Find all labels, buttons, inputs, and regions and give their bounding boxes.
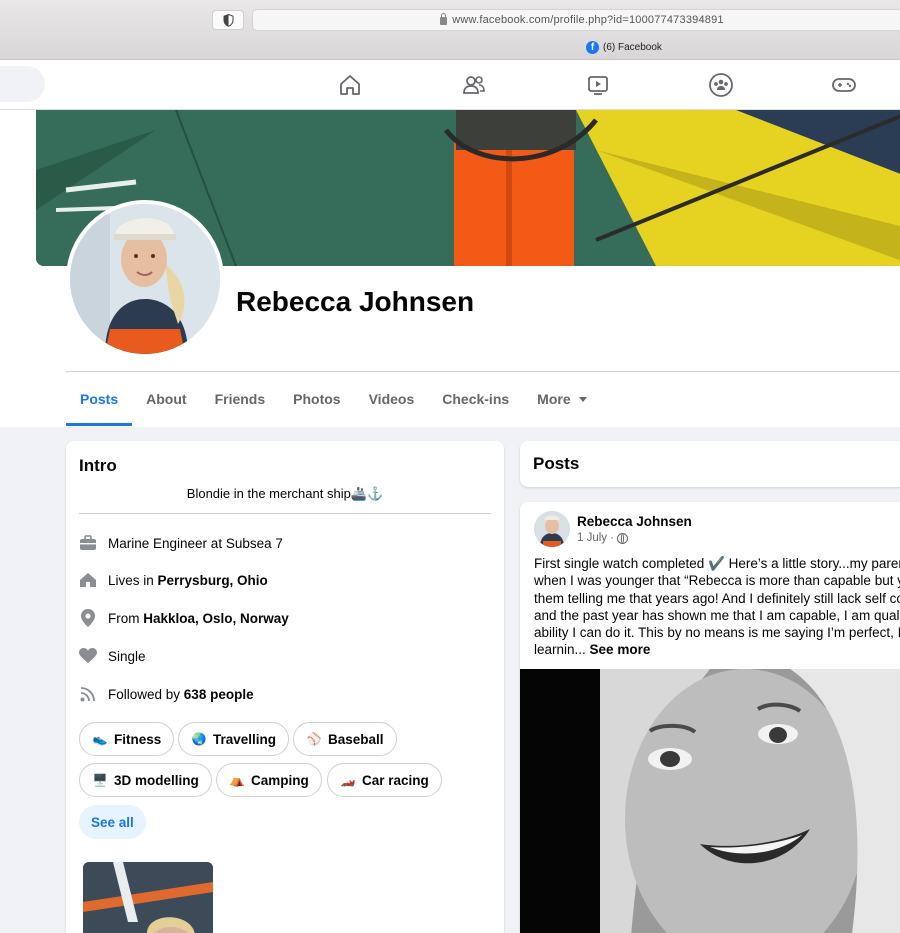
from-prefix: From xyxy=(108,610,144,626)
groups-icon[interactable] xyxy=(706,70,736,100)
tab-photos[interactable]: Photos xyxy=(279,372,354,426)
featured-photo[interactable] xyxy=(83,862,213,933)
address-bar[interactable]: www.facebook.com/profile.php?id=10007747… xyxy=(252,9,900,31)
hobby-label: Car racing xyxy=(362,772,429,788)
relationship-text: Single xyxy=(108,648,146,664)
post-card: Rebecca Johnsen 1 July · First single wa… xyxy=(520,502,900,933)
post-text: First single watch completed ✔️ Here’s a… xyxy=(534,555,900,659)
tab-more[interactable]: More xyxy=(523,372,600,426)
hobby-chip-camping[interactable]: ⛺ Camping xyxy=(216,763,322,797)
facebook-top-bar xyxy=(0,60,900,110)
tab-about[interactable]: About xyxy=(132,372,200,426)
work-row: Marine Engineer at Subsea 7 xyxy=(79,533,283,553)
post-meta: 1 July · xyxy=(577,532,629,544)
from-place-link[interactable]: Hakkloa, Oslo, Norway xyxy=(143,611,289,626)
search-box[interactable] xyxy=(0,66,45,102)
hobby-chip-3d-modelling[interactable]: 🖥️ 3D modelling xyxy=(79,763,212,797)
see-more-link[interactable]: See more xyxy=(590,642,651,657)
facebook-favicon-icon: f xyxy=(586,40,599,54)
caret-down-icon xyxy=(578,396,587,402)
tab-posts[interactable]: Posts xyxy=(66,372,133,426)
hobby-chip-travelling[interactable]: 🌏 Travelling xyxy=(178,722,290,756)
see-all-hobbies-button[interactable]: See all xyxy=(79,805,146,839)
lives-prefix: Lives in xyxy=(108,572,158,588)
posts-header-card: Posts xyxy=(520,441,900,487)
privacy-shield-button[interactable] xyxy=(212,10,244,30)
location-pin-icon xyxy=(79,609,97,627)
profile-header: Rebecca Johnsen Posts About Friends Phot… xyxy=(0,110,900,427)
browser-tab[interactable]: f (6) Facebook xyxy=(586,40,662,54)
home-icon xyxy=(79,571,97,589)
friends-icon[interactable] xyxy=(459,70,489,100)
post-text-truncated: learnin... xyxy=(534,642,586,658)
race-car-icon: 🏎️ xyxy=(340,773,356,787)
hobby-label: 3D modelling xyxy=(114,772,199,788)
from-row: From Hakkloa, Oslo, Norway xyxy=(79,608,289,628)
tab-title: (6) Facebook xyxy=(603,41,662,53)
hobby-label: Baseball xyxy=(328,731,384,747)
post-text-line: and the past year has shown me that I am… xyxy=(534,607,900,623)
computer-icon: 🖥️ xyxy=(92,773,108,787)
shield-icon xyxy=(223,13,233,27)
rss-feed-icon xyxy=(79,685,97,703)
post-author-name[interactable]: Rebecca Johnsen xyxy=(577,514,692,529)
browser-chrome: www.facebook.com/profile.php?id=10007747… xyxy=(0,0,900,60)
post-text-line: First single watch completed ✔️ Here’s a… xyxy=(534,556,900,571)
post-photo[interactable] xyxy=(520,669,900,933)
running-shoe-icon: 👟 xyxy=(92,732,108,746)
followers-row: Followed by 638 people xyxy=(79,684,254,704)
briefcase-icon xyxy=(79,534,97,552)
tab-friends[interactable]: Friends xyxy=(201,372,280,426)
tab-check-ins[interactable]: Check-ins xyxy=(428,372,523,426)
hobby-label: Camping xyxy=(251,772,309,788)
followed-prefix: Followed by xyxy=(108,686,184,702)
hobby-chip-car-racing[interactable]: 🏎️ Car racing xyxy=(327,763,442,797)
watch-icon[interactable] xyxy=(583,70,613,100)
followers-count-link[interactable]: 638 people xyxy=(184,687,254,702)
tab-videos[interactable]: Videos xyxy=(355,372,429,426)
work-text: Marine Engineer at Subsea 7 xyxy=(108,535,283,551)
lock-icon xyxy=(440,13,448,25)
globe-icon xyxy=(617,532,629,544)
lives-place-link[interactable]: Perrysburg, Ohio xyxy=(158,573,268,588)
hobby-chip-baseball[interactable]: ⚾ Baseball xyxy=(293,722,397,756)
hobby-label: Travelling xyxy=(213,731,277,747)
heart-icon xyxy=(79,647,97,665)
intro-card: Intro Blondie in the merchant ship🚢⚓ Mar… xyxy=(66,441,504,933)
hobby-label: Fitness xyxy=(114,731,162,747)
post-text-line: them telling me that years ago! And I de… xyxy=(534,590,900,606)
tent-icon: ⛺ xyxy=(229,773,245,787)
profile-tabs: Posts About Friends Photos Videos Check-… xyxy=(66,372,601,426)
post-author-avatar[interactable] xyxy=(534,511,570,547)
home-icon[interactable] xyxy=(335,70,365,100)
intro-divider xyxy=(79,513,491,514)
url-text: www.facebook.com/profile.php?id=10007747… xyxy=(452,14,724,26)
post-text-line: when I was younger that “Rebecca is more… xyxy=(534,573,900,589)
relationship-row: Single xyxy=(79,646,146,666)
post-date[interactable]: 1 July · xyxy=(577,532,614,544)
baseball-icon: ⚾ xyxy=(306,732,322,746)
post-text-last-line: learnin... See more xyxy=(534,641,900,658)
post-text-line: ability I can do it. This by no means is… xyxy=(534,625,900,641)
posts-title: Posts xyxy=(533,454,580,473)
globe-icon: 🌏 xyxy=(191,732,207,746)
profile-name: Rebecca Johnsen xyxy=(236,286,475,317)
hobby-chip-fitness[interactable]: 👟 Fitness xyxy=(79,722,175,756)
tab-more-label: More xyxy=(537,391,571,407)
lives-row: Lives in Perrysburg, Ohio xyxy=(79,570,268,590)
intro-bio: Blondie in the merchant ship🚢⚓ xyxy=(186,486,384,501)
intro-title: Intro xyxy=(79,456,117,475)
profile-picture[interactable] xyxy=(66,200,224,358)
gaming-icon[interactable] xyxy=(829,70,859,100)
